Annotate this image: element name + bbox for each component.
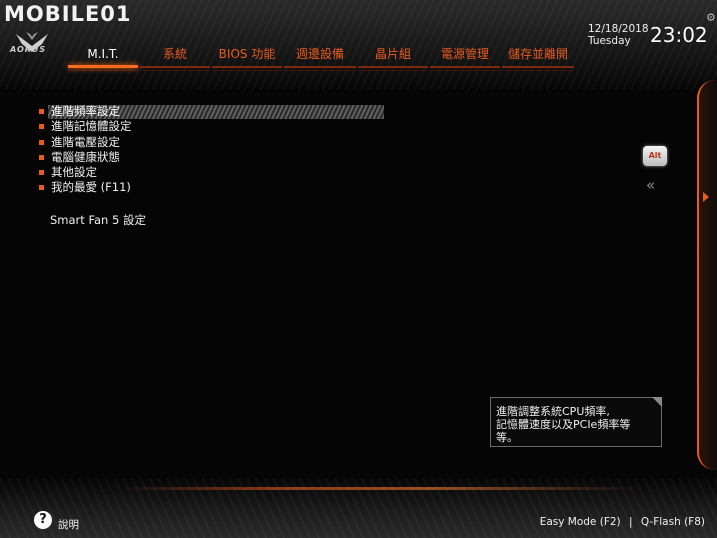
alt-button[interactable]: Alt xyxy=(643,146,667,166)
help-text-line: 進階調整系統CPU頻率, xyxy=(496,405,610,418)
double-chevron-left-icon[interactable]: « xyxy=(646,176,655,194)
menu-item-advanced-voltage[interactable]: 進階電壓設定 xyxy=(38,135,132,150)
menu-item-pc-health[interactable]: 電腦健康狀態 xyxy=(38,150,132,165)
footer-glow xyxy=(120,487,640,490)
easy-mode-button[interactable]: Easy Mode (F2) xyxy=(540,516,621,528)
tab-power-management[interactable]: 電源管理 xyxy=(430,44,500,71)
watermark: MOBILE01 xyxy=(4,2,132,26)
bullet-icon xyxy=(39,124,44,130)
menu-item-label: 我的最愛 (F11) xyxy=(51,180,131,195)
tab-mit[interactable]: M.I.T. xyxy=(68,44,138,71)
help-text-line: 等。 xyxy=(496,431,518,444)
corner-fold-icon xyxy=(652,397,662,407)
menu-item-favorites[interactable]: 我的最愛 (F11) xyxy=(38,180,132,195)
brand-name: AORUS xyxy=(10,45,47,54)
qflash-button[interactable]: Q-Flash (F8) xyxy=(641,516,705,528)
tab-bios-features[interactable]: BIOS 功能 xyxy=(212,44,282,71)
clock-display: 23:02 xyxy=(650,23,708,47)
menu-item-misc-settings[interactable]: 其他設定 xyxy=(38,165,132,180)
side-panel-toggle[interactable] xyxy=(697,80,717,470)
footer-actions: Easy Mode (F2) | Q-Flash (F8) xyxy=(540,516,705,528)
menu-item-label: 其他設定 xyxy=(51,165,97,180)
arrow-right-icon xyxy=(703,192,709,202)
gear-icon[interactable]: ⚙ xyxy=(706,11,716,24)
tab-bar: M.I.T. 系統 BIOS 功能 週邊設備 晶片組 電源管理 儲存並離開 xyxy=(68,44,578,71)
help-description-box: 進階調整系統CPU頻率, 記憶體速度以及PCIe頻率等 等。 xyxy=(490,397,662,447)
menu-item-advanced-frequency[interactable]: 進階頻率設定 xyxy=(38,104,384,119)
menu-item-advanced-memory[interactable]: 進階記憶體設定 xyxy=(38,119,132,134)
tab-peripherals[interactable]: 週邊設備 xyxy=(284,44,356,71)
date-display: 12/18/2018 Tuesday xyxy=(588,23,649,47)
bullet-icon xyxy=(39,170,44,176)
bullet-icon xyxy=(39,185,44,191)
help-label[interactable]: 說明 xyxy=(58,517,79,532)
tab-save-and-exit[interactable]: 儲存並離開 xyxy=(502,44,574,71)
settings-menu: 進階頻率設定 進階記憶體設定 進階電壓設定 電腦健康狀態 其他設定 我的最愛 (… xyxy=(38,104,384,196)
bullet-icon xyxy=(39,139,44,145)
date-text: 12/18/2018 xyxy=(588,23,649,35)
footer-separator: | xyxy=(628,516,633,528)
bullet-icon xyxy=(39,109,44,114)
menu-item-label: 進階電壓設定 xyxy=(51,134,120,149)
bullet-icon xyxy=(39,154,44,160)
day-text: Tuesday xyxy=(588,35,631,47)
menu-item-label: 進階頻率設定 xyxy=(51,104,120,118)
tab-chipset[interactable]: 晶片組 xyxy=(358,44,428,71)
help-text-line: 記憶體速度以及PCIe頻率等 xyxy=(496,418,631,431)
tab-system[interactable]: 系統 xyxy=(140,44,210,71)
menu-item-label: 進階記憶體設定 xyxy=(51,119,132,134)
menu-item-label: 電腦健康狀態 xyxy=(51,149,120,164)
help-icon[interactable]: ? xyxy=(34,511,52,529)
smart-fan-settings[interactable]: Smart Fan 5 設定 xyxy=(50,212,146,228)
